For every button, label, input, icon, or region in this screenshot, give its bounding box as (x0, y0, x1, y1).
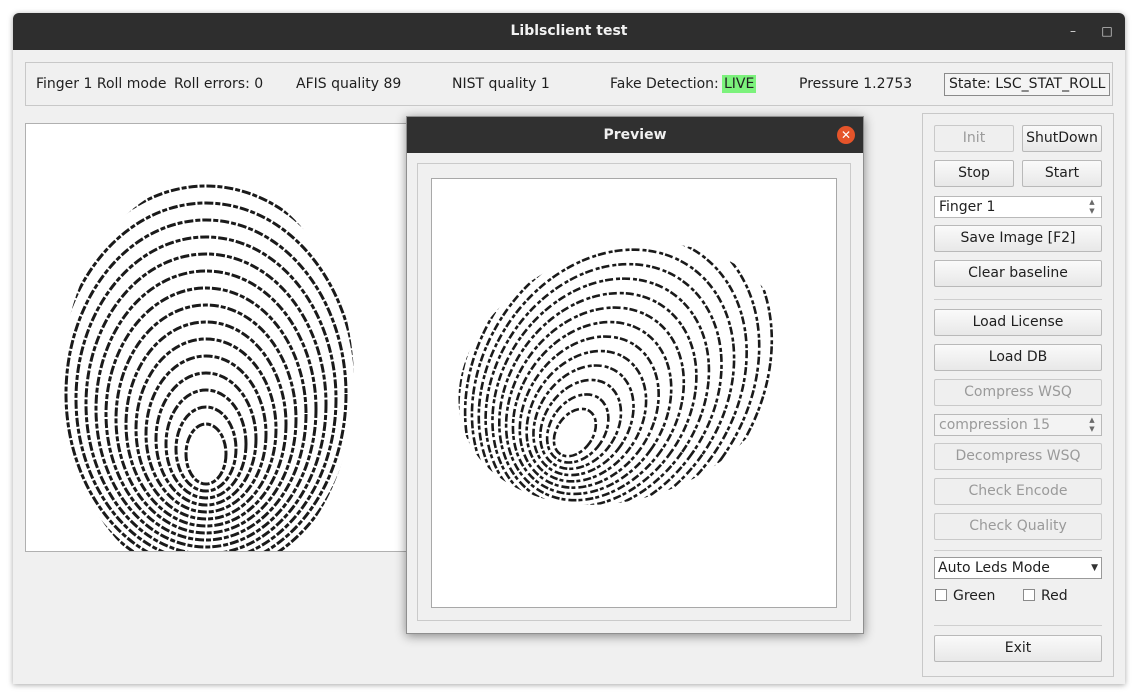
control-panel: Init ShutDown Stop Start Finger 1 ▲ ▼ Sav… (922, 113, 1114, 677)
save-image-button[interactable]: Save Image [F2] (934, 225, 1102, 252)
maximize-icon[interactable]: □ (1098, 22, 1116, 40)
checkbox-icon[interactable] (935, 589, 947, 601)
finger-mode-text: Finger 1 Roll mode (36, 76, 167, 92)
title-bar[interactable]: Liblsclient test – □ (13, 13, 1125, 50)
status-bar: Finger 1 Roll mode Roll errors: 0 AFIS q… (25, 62, 1113, 106)
state-field: State: LSC_STAT_ROLL (944, 73, 1111, 96)
check-quality-button[interactable]: Check Quality (934, 513, 1102, 540)
red-label: Red (1041, 588, 1068, 604)
start-button[interactable]: Start (1022, 160, 1102, 187)
nist-quality-text: NIST quality 1 (452, 76, 550, 92)
check-encode-button[interactable]: Check Encode (934, 478, 1102, 505)
green-checkbox[interactable]: Green (935, 588, 995, 604)
load-license-button[interactable]: Load License (934, 309, 1102, 336)
spinbox-arrows-icon[interactable]: ▲ ▼ (1085, 416, 1099, 434)
separator (934, 625, 1102, 626)
led-mode-value: Auto Leds Mode (938, 560, 1050, 576)
red-checkbox[interactable]: Red (1023, 588, 1068, 604)
compression-spinbox[interactable]: compression 15 ▲ ▼ (934, 414, 1102, 436)
decompress-wsq-button[interactable]: Decompress WSQ (934, 443, 1102, 470)
chevron-down-icon[interactable]: ▼ (1091, 558, 1098, 578)
fingerprint-image (25, 123, 408, 552)
roll-errors-text: Roll errors: 0 (174, 76, 264, 92)
window-title: Liblsclient test (510, 23, 628, 39)
finger-spinbox-value: Finger 1 (939, 199, 996, 215)
preview-fingerprint-picture (456, 204, 774, 546)
fingerprint-picture (62, 180, 354, 551)
fake-detection-label: Fake Detection: (610, 76, 719, 92)
init-button[interactable]: Init (934, 125, 1014, 152)
minimize-icon[interactable]: – (1064, 22, 1082, 40)
preview-image (431, 178, 837, 608)
compress-wsq-button[interactable]: Compress WSQ (934, 379, 1102, 406)
preview-dialog: Preview ✕ (406, 116, 864, 634)
shutdown-button[interactable]: ShutDown (1022, 125, 1102, 152)
clear-baseline-button[interactable]: Clear baseline (934, 260, 1102, 287)
afis-quality-text: AFIS quality 89 (296, 76, 402, 92)
compression-spinbox-value: compression 15 (939, 417, 1051, 433)
exit-button[interactable]: Exit (934, 635, 1102, 662)
finger-spinbox[interactable]: Finger 1 ▲ ▼ (934, 196, 1102, 218)
fake-detection-status: LIVE (722, 63, 757, 105)
close-icon[interactable]: ✕ (837, 126, 855, 144)
preview-title-bar[interactable]: Preview ✕ (407, 117, 863, 153)
checkbox-icon[interactable] (1023, 589, 1035, 601)
load-db-button[interactable]: Load DB (934, 344, 1102, 371)
led-mode-select[interactable]: Auto Leds Mode ▼ (934, 557, 1102, 579)
spinbox-arrows-icon[interactable]: ▲ ▼ (1085, 198, 1099, 216)
pressure-text: Pressure 1.2753 (799, 76, 913, 92)
live-badge: LIVE (722, 75, 757, 93)
stop-button[interactable]: Stop (934, 160, 1014, 187)
preview-title: Preview (603, 127, 667, 143)
separator (934, 299, 1102, 300)
green-label: Green (953, 588, 996, 604)
separator (934, 550, 1102, 551)
